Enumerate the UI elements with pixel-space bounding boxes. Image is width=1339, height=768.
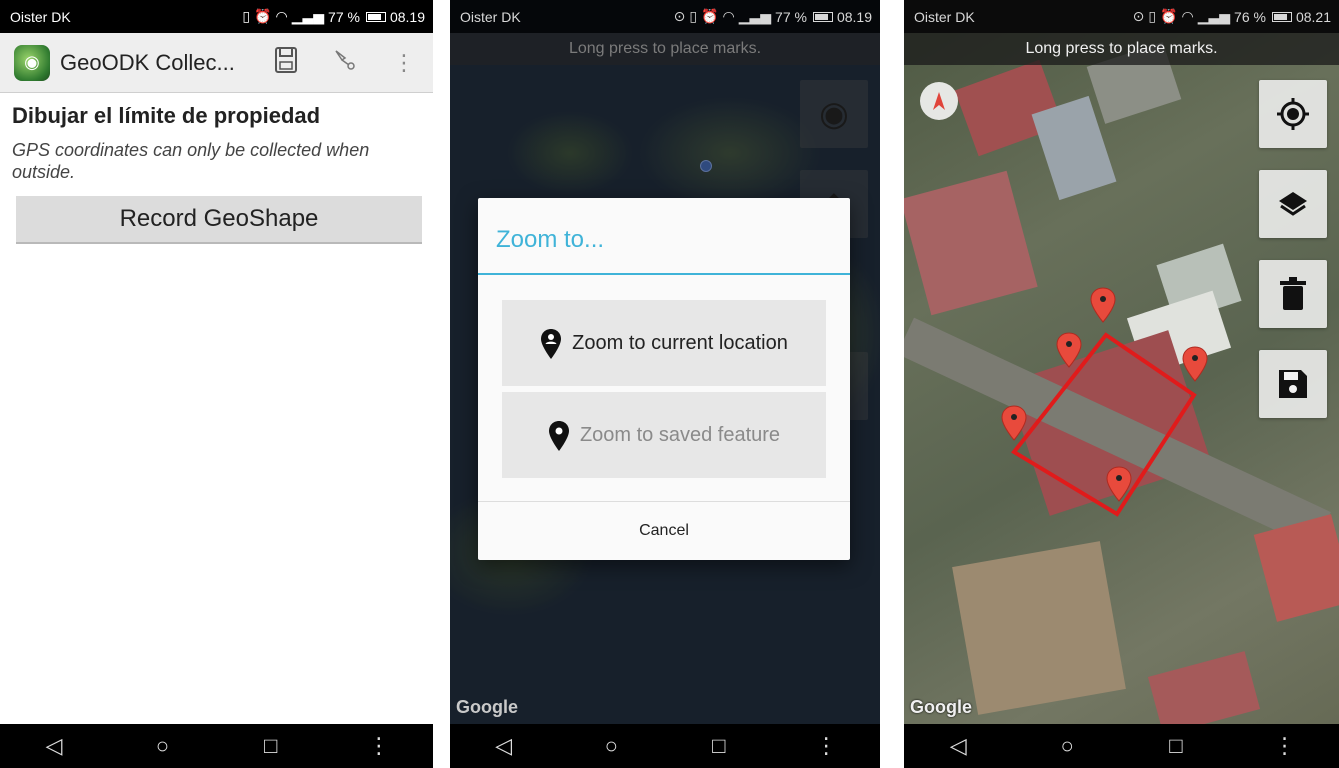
geoodk-logo-icon: ◉ bbox=[14, 44, 50, 81]
gps-location-icon[interactable] bbox=[1259, 80, 1327, 148]
clock: 08.21 bbox=[1295, 8, 1331, 25]
battery-level: 77 % bbox=[775, 8, 807, 25]
save-icon[interactable] bbox=[1259, 350, 1327, 418]
zoom-saved-label: Zoom to saved feature bbox=[579, 423, 781, 446]
location-icon: ⊙ bbox=[1132, 8, 1145, 24]
battery-icon bbox=[812, 11, 833, 22]
form-screen: Oister DK ▯ ⏰ ◠ ▁▃▅ 77 % 08.19 ◉ GeoODK … bbox=[0, 0, 433, 768]
clock: 08.19 bbox=[389, 8, 425, 25]
dialog-divider bbox=[478, 273, 850, 275]
trash-icon[interactable] bbox=[1259, 260, 1327, 328]
battery-icon bbox=[1271, 11, 1292, 22]
home-icon[interactable]: ○ bbox=[142, 733, 182, 759]
location-icon: ⊙ bbox=[673, 8, 686, 24]
alarm-icon: ⏰ bbox=[1160, 8, 1178, 24]
vibrate-icon: ▯ bbox=[1148, 8, 1157, 24]
map-marker[interactable] bbox=[1182, 346, 1208, 382]
status-bar: Oister DK ▯ ⏰ ◠ ▁▃▅ 77 % 08.19 bbox=[0, 0, 433, 33]
status-bar: Oister DK ⊙ ▯ ⏰ ◠ ▁▃▅ 77 % 08.19 bbox=[450, 0, 880, 33]
menu-icon[interactable]: ⋮ bbox=[1265, 733, 1305, 759]
menu-icon[interactable]: ⋮ bbox=[359, 733, 399, 759]
zoom-current-label: Zoom to current location bbox=[572, 331, 788, 354]
battery-level: 77 % bbox=[328, 8, 360, 25]
map-hint-banner: Long press to place marks. bbox=[904, 33, 1339, 65]
zoom-dialog: Zoom to... Zoom to current location Zoom… bbox=[478, 198, 850, 560]
home-icon[interactable]: ○ bbox=[1047, 733, 1087, 759]
back-icon[interactable]: ◁ bbox=[938, 733, 978, 759]
clock: 08.19 bbox=[836, 8, 872, 25]
question-hint: GPS coordinates can only be collected wh… bbox=[12, 140, 370, 182]
carrier-label: Oister DK bbox=[914, 8, 975, 25]
dialog-title: Zoom to... bbox=[496, 226, 605, 253]
vibrate-icon: ▯ bbox=[689, 8, 698, 24]
geoshape-map-screen: Oister DK ⊙ ▯ ⏰ ◠ ▁▃▅ 76 % 08.21 Long pr… bbox=[904, 0, 1339, 768]
carrier-label: Oister DK bbox=[10, 8, 71, 25]
zoom-dialog-screen: Oister DK ⊙ ▯ ⏰ ◠ ▁▃▅ 77 % 08.19 Long pr… bbox=[450, 0, 880, 768]
record-geoshape-button[interactable]: Record GeoShape bbox=[16, 196, 422, 244]
nav-bar: ◁ ○ □ ⋮ bbox=[450, 724, 880, 768]
signal-icon: ▁▃▅ bbox=[738, 8, 772, 24]
zoom-saved-feature-button[interactable]: Zoom to saved feature bbox=[502, 392, 826, 478]
google-attribution: Google bbox=[910, 697, 972, 717]
wifi-icon: ◠ bbox=[275, 8, 288, 24]
status-bar: Oister DK ⊙ ▯ ⏰ ◠ ▁▃▅ 76 % 08.21 bbox=[904, 0, 1339, 33]
recents-icon[interactable]: □ bbox=[1156, 733, 1196, 759]
google-attribution: Google bbox=[456, 697, 518, 717]
recents-icon[interactable]: □ bbox=[699, 733, 739, 759]
battery-icon bbox=[365, 11, 386, 22]
back-icon[interactable]: ◁ bbox=[34, 733, 74, 759]
layer-select-icon[interactable] bbox=[333, 48, 357, 78]
carrier-label: Oister DK bbox=[460, 8, 521, 25]
back-icon[interactable]: ◁ bbox=[484, 733, 524, 759]
wifi-icon: ◠ bbox=[722, 8, 735, 24]
save-icon[interactable] bbox=[275, 47, 297, 79]
layers-icon[interactable] bbox=[1259, 170, 1327, 238]
alarm-icon: ⏰ bbox=[701, 8, 719, 24]
map-hint-banner: Long press to place marks. bbox=[450, 33, 880, 65]
place-pin-icon bbox=[548, 420, 569, 451]
map-marker[interactable] bbox=[1090, 287, 1116, 323]
map-marker[interactable] bbox=[1056, 332, 1082, 368]
signal-icon: ▁▃▅ bbox=[1197, 8, 1231, 24]
overflow-menu-icon[interactable]: ⋮ bbox=[393, 50, 415, 76]
home-icon[interactable]: ○ bbox=[591, 733, 631, 759]
vibrate-icon: ▯ bbox=[242, 8, 251, 24]
person-pin-icon bbox=[540, 328, 562, 359]
map-marker[interactable] bbox=[1106, 466, 1132, 502]
app-bar: ◉ GeoODK Collec... ⋮ bbox=[0, 33, 433, 93]
signal-icon: ▁▃▅ bbox=[291, 8, 325, 24]
app-title: GeoODK Collec... bbox=[60, 49, 235, 75]
menu-icon[interactable]: ⋮ bbox=[806, 733, 846, 759]
nav-bar: ◁ ○ □ ⋮ bbox=[0, 724, 433, 768]
alarm-icon: ⏰ bbox=[254, 8, 272, 24]
map-marker[interactable] bbox=[1001, 405, 1027, 441]
nav-bar: ◁ ○ □ ⋮ bbox=[904, 724, 1339, 768]
recents-icon[interactable]: □ bbox=[251, 733, 291, 759]
compass-icon[interactable] bbox=[920, 82, 958, 120]
battery-level: 76 % bbox=[1234, 8, 1266, 25]
cancel-button[interactable]: Cancel bbox=[478, 502, 850, 560]
wifi-icon: ◠ bbox=[1181, 8, 1194, 24]
zoom-current-location-button[interactable]: Zoom to current location bbox=[502, 300, 826, 386]
question-title: Dibujar el límite de propiedad bbox=[12, 103, 321, 128]
